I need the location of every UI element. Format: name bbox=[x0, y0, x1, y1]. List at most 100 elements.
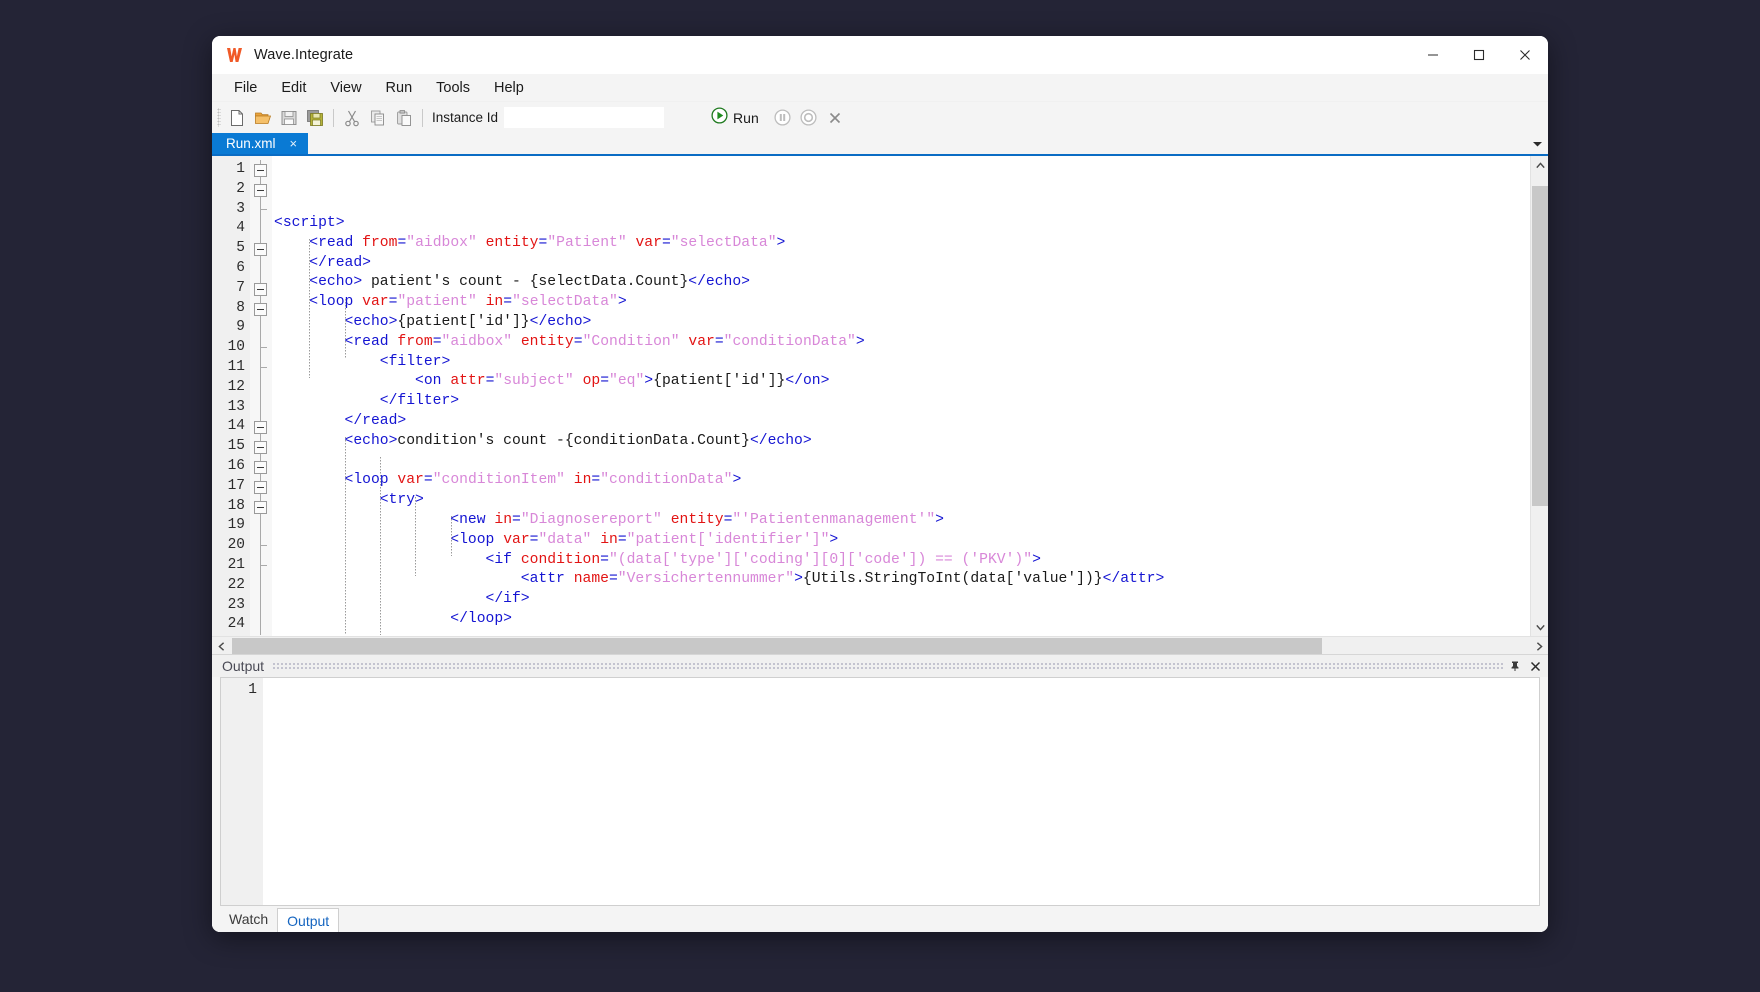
stop-icon[interactable] bbox=[796, 105, 822, 131]
tab-overflow-chevron-down-icon[interactable] bbox=[1526, 133, 1548, 154]
line-number: 1 bbox=[236, 161, 245, 177]
menu-item-help[interactable]: Help bbox=[482, 77, 536, 99]
output-panel-drag-handle[interactable] bbox=[272, 662, 1504, 670]
fold-connector bbox=[260, 318, 261, 339]
editor-tab-run-xml[interactable]: Run.xml × bbox=[212, 133, 308, 154]
minimize-button[interactable] bbox=[1410, 36, 1456, 74]
scroll-up-chevron-up-icon[interactable] bbox=[1531, 156, 1548, 174]
line-number: 7 bbox=[236, 279, 245, 296]
wave-logo-icon bbox=[225, 45, 245, 65]
fold-toggle-button[interactable] bbox=[254, 282, 267, 296]
fold-row bbox=[250, 377, 272, 398]
fold-row bbox=[250, 476, 272, 497]
run-button[interactable]: Run bbox=[708, 105, 762, 131]
save-all-icon[interactable] bbox=[302, 105, 328, 131]
cut-icon[interactable] bbox=[339, 105, 365, 131]
fold-toggle-button[interactable] bbox=[254, 164, 267, 177]
pause-icon[interactable] bbox=[770, 105, 796, 131]
scroll-left-chevron-left-icon[interactable] bbox=[212, 637, 230, 655]
fold-connector bbox=[260, 516, 261, 537]
fold-row bbox=[250, 199, 272, 220]
output-panel-close-icon[interactable] bbox=[1526, 657, 1544, 675]
fold-connector bbox=[260, 258, 261, 279]
code-content[interactable]: <script> <read from="aidbox" entity="Pat… bbox=[272, 156, 1530, 636]
fold-row bbox=[250, 516, 272, 537]
menu-item-view[interactable]: View bbox=[318, 77, 373, 99]
fold-row bbox=[250, 496, 272, 517]
fold-row bbox=[250, 555, 272, 576]
code-line: <new in="Diagnosereport" entity="'Patien… bbox=[450, 511, 944, 528]
fold-end-marker bbox=[260, 347, 267, 349]
fold-row bbox=[250, 318, 272, 339]
fold-toggle-button[interactable] bbox=[254, 302, 267, 316]
editor-tab-strip: Run.xml × bbox=[212, 133, 1548, 156]
line-number: 16 bbox=[227, 457, 245, 474]
fold-toggle-button[interactable] bbox=[254, 421, 267, 435]
fold-connector bbox=[260, 397, 261, 418]
fold-row bbox=[250, 575, 272, 596]
code-editor: 1 2 3 4 5 6 7 8 9 10 11 12 13 14 15 16 17 18 19 20 21 22 23 24 … bbox=[212, 156, 1548, 636]
editor-horizontal-scrollbar[interactable] bbox=[212, 636, 1548, 654]
fold-row bbox=[250, 615, 272, 636]
line-number: 15 bbox=[227, 438, 245, 455]
menu-item-tools[interactable]: Tools bbox=[424, 77, 482, 99]
fold-connector bbox=[260, 575, 261, 596]
open-folder-icon[interactable] bbox=[250, 105, 276, 131]
menu-item-run[interactable]: Run bbox=[374, 77, 425, 99]
fold-toggle-button[interactable] bbox=[254, 460, 267, 474]
fold-end-marker bbox=[260, 564, 267, 566]
fold-row bbox=[250, 417, 272, 438]
code-line: <echo>condition's count -{conditionData.… bbox=[344, 432, 812, 449]
output-panel-title: Output bbox=[222, 658, 265, 674]
tab-output[interactable]: Output bbox=[277, 908, 340, 932]
code-line: <on attr="subject" op="eq">{patient['id'… bbox=[415, 373, 830, 390]
paste-icon[interactable] bbox=[391, 105, 417, 131]
run-button-label: Run bbox=[733, 109, 759, 126]
fold-row bbox=[250, 258, 272, 279]
output-panel-header: Output bbox=[212, 655, 1548, 677]
scroll-right-chevron-right-icon[interactable] bbox=[1530, 637, 1548, 655]
scroll-down-chevron-down-icon[interactable] bbox=[1531, 618, 1548, 636]
editor-vertical-scrollbar[interactable] bbox=[1530, 156, 1548, 636]
instance-id-input[interactable] bbox=[504, 107, 665, 128]
line-number: 2 bbox=[236, 180, 245, 197]
editor-horizontal-scroll-thumb[interactable] bbox=[232, 638, 1322, 654]
fold-toggle-button[interactable] bbox=[254, 243, 267, 257]
output-text-content[interactable] bbox=[263, 678, 1539, 905]
menu-item-edit[interactable]: Edit bbox=[269, 77, 318, 99]
fold-end-marker bbox=[260, 545, 267, 547]
line-number: 23 bbox=[227, 596, 245, 613]
editor-tab-close-icon[interactable]: × bbox=[290, 136, 298, 151]
title-bar: Wave.Integrate bbox=[212, 36, 1548, 74]
save-icon[interactable] bbox=[276, 105, 302, 131]
code-line: <echo> patient's count - {selectData.Cou… bbox=[309, 274, 750, 291]
instance-id-label: Instance Id bbox=[432, 110, 499, 125]
maximize-button[interactable] bbox=[1456, 36, 1502, 74]
editor-vertical-scroll-thumb[interactable] bbox=[1532, 186, 1548, 506]
line-number: 10 bbox=[227, 339, 245, 356]
menu-item-file[interactable]: File bbox=[222, 77, 269, 99]
terminate-x-icon[interactable] bbox=[822, 105, 848, 131]
new-file-icon[interactable] bbox=[224, 105, 250, 131]
fold-toggle-button[interactable] bbox=[254, 441, 267, 455]
fold-toggle-button[interactable] bbox=[254, 183, 267, 197]
code-line: <filter> bbox=[379, 353, 451, 370]
line-number: 17 bbox=[227, 477, 245, 494]
line-number: 21 bbox=[227, 556, 245, 573]
pin-icon[interactable] bbox=[1506, 657, 1524, 675]
code-line: <attr name="Versichertennummer">{Utils.S… bbox=[520, 571, 1165, 588]
close-button[interactable] bbox=[1502, 36, 1548, 74]
code-line: <echo>{patient['id']}</echo> bbox=[344, 313, 592, 330]
code-line: <loop var="data" in="patient['identifier… bbox=[450, 531, 839, 548]
toolbar: Instance Id Run bbox=[212, 102, 1548, 133]
fold-toggle-button[interactable] bbox=[254, 480, 267, 494]
window-controls bbox=[1410, 36, 1548, 74]
fold-toggle-button[interactable] bbox=[254, 500, 267, 514]
code-folding-gutter bbox=[250, 156, 272, 636]
line-number: 20 bbox=[227, 537, 245, 554]
toolbar-grip[interactable] bbox=[217, 108, 221, 127]
tab-watch[interactable]: Watch bbox=[220, 906, 277, 932]
code-line: <loop var="patient" in="selectData"> bbox=[309, 294, 627, 311]
copy-icon[interactable] bbox=[365, 105, 391, 131]
